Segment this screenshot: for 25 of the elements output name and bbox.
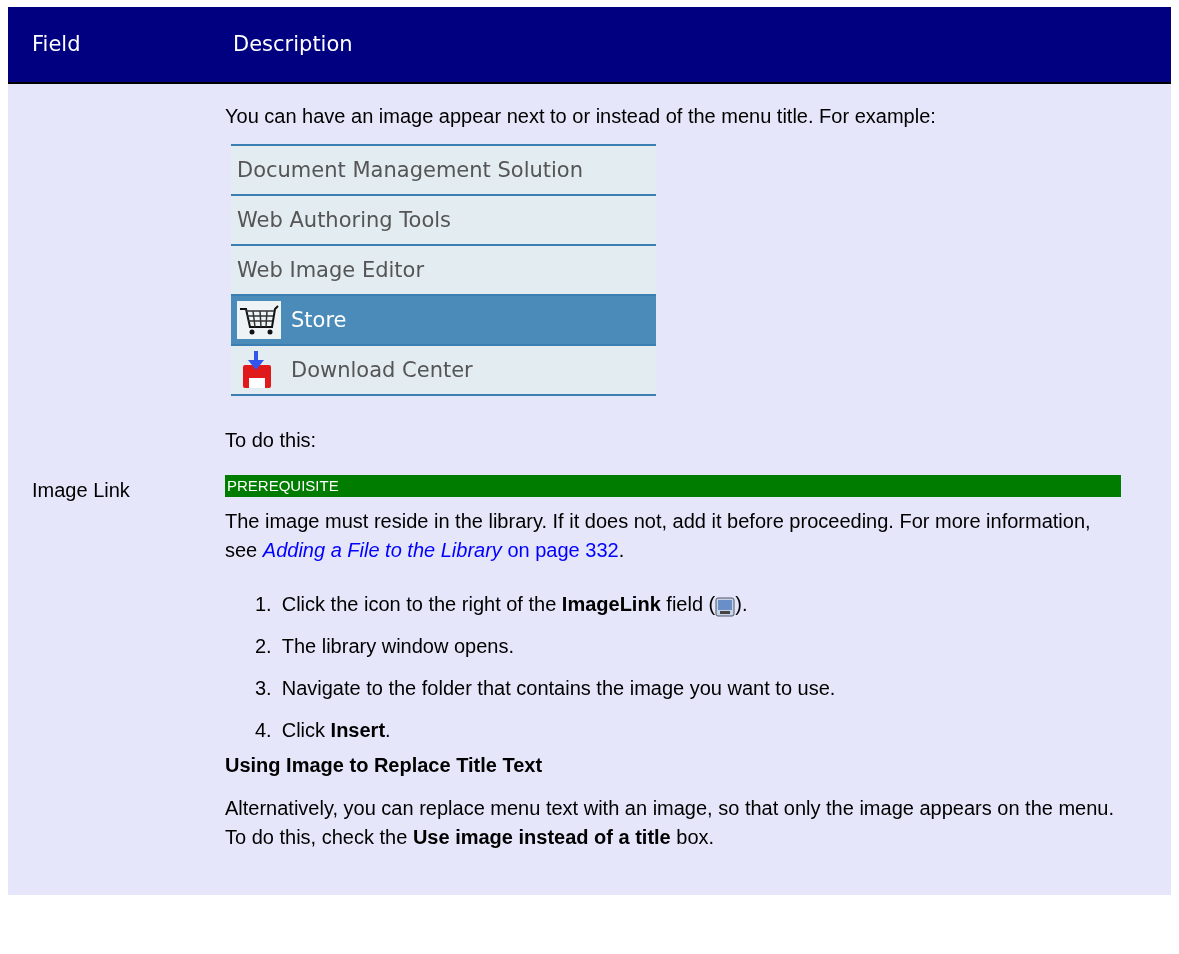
link[interactable]: Adding a File to the Library on page 332 bbox=[262, 539, 619, 561]
step-text: The library window opens. bbox=[281, 633, 515, 659]
menu-item[interactable]: Download Center bbox=[231, 346, 656, 396]
column-header: Description bbox=[209, 7, 1171, 83]
section-heading: Using Image to Replace Title Text bbox=[225, 753, 544, 778]
paragraph: To do this: bbox=[225, 428, 318, 453]
column-header: Field bbox=[8, 7, 209, 83]
picture-icon bbox=[715, 597, 736, 618]
paragraph: The image must reside in the library. If it does not, add it before proceeding. For more information, see Adding a File to the Library on page 332. bbox=[225, 509, 1092, 563]
step-number: 1. bbox=[255, 591, 272, 617]
step-number: 4. bbox=[255, 717, 272, 743]
prerequisite-label: PREREQUISITE bbox=[225, 475, 1121, 497]
cart-icon bbox=[237, 301, 281, 339]
menu-item[interactable]: Web Authoring Tools bbox=[231, 196, 656, 246]
step-text: Navigate to the folder that contains the image you want to use. bbox=[281, 675, 836, 701]
menu-item[interactable]: Document Management Solution bbox=[231, 146, 656, 196]
paragraph: You can have an image appear next to or instead of the menu title. For example: bbox=[225, 104, 937, 129]
menu-item[interactable]: Web Image Editor bbox=[231, 246, 656, 296]
step-number: 2. bbox=[255, 633, 272, 659]
field-name: Image Link bbox=[8, 83, 209, 895]
menu-item[interactable]: Store bbox=[231, 296, 656, 346]
paragraph: Alternatively, you can replace menu text with an image, so that only the image appears on the menu. To do this, check the Use image instead of a title box. bbox=[225, 796, 1116, 850]
step-text: Click Insert. bbox=[281, 717, 391, 743]
step-number: 3. bbox=[255, 675, 272, 701]
step-text: Click the icon to the right of the ImageLink field ( ). bbox=[281, 589, 748, 619]
